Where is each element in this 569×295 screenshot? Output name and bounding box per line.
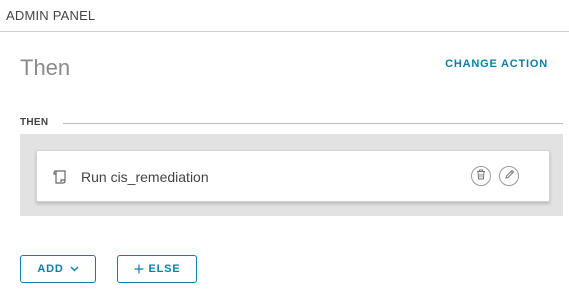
app-title: ADMIN PANEL xyxy=(6,8,96,23)
then-group-label: THEN xyxy=(20,117,49,128)
chevron-down-icon xyxy=(70,266,79,272)
pencil-icon xyxy=(504,167,515,185)
else-button[interactable]: ELSE xyxy=(117,255,197,283)
admin-panel-page: ADMIN PANEL Then CHANGE ACTION THEN Run … xyxy=(0,0,569,295)
script-icon xyxy=(51,168,69,186)
delete-action-button[interactable] xyxy=(471,166,491,186)
action-card[interactable]: Run cis_remediation xyxy=(36,150,550,202)
section-title: Then xyxy=(20,55,71,80)
edit-action-button[interactable] xyxy=(499,166,519,186)
action-label: Run cis_remediation xyxy=(81,169,209,185)
add-button-label: ADD xyxy=(37,263,64,275)
plus-icon xyxy=(134,264,144,274)
trash-icon xyxy=(476,167,486,185)
change-action-link[interactable]: CHANGE ACTION xyxy=(445,58,548,70)
add-button[interactable]: ADD xyxy=(20,255,96,283)
then-divider xyxy=(63,123,563,124)
top-bar: ADMIN PANEL xyxy=(0,0,569,32)
else-button-label: ELSE xyxy=(148,263,181,275)
